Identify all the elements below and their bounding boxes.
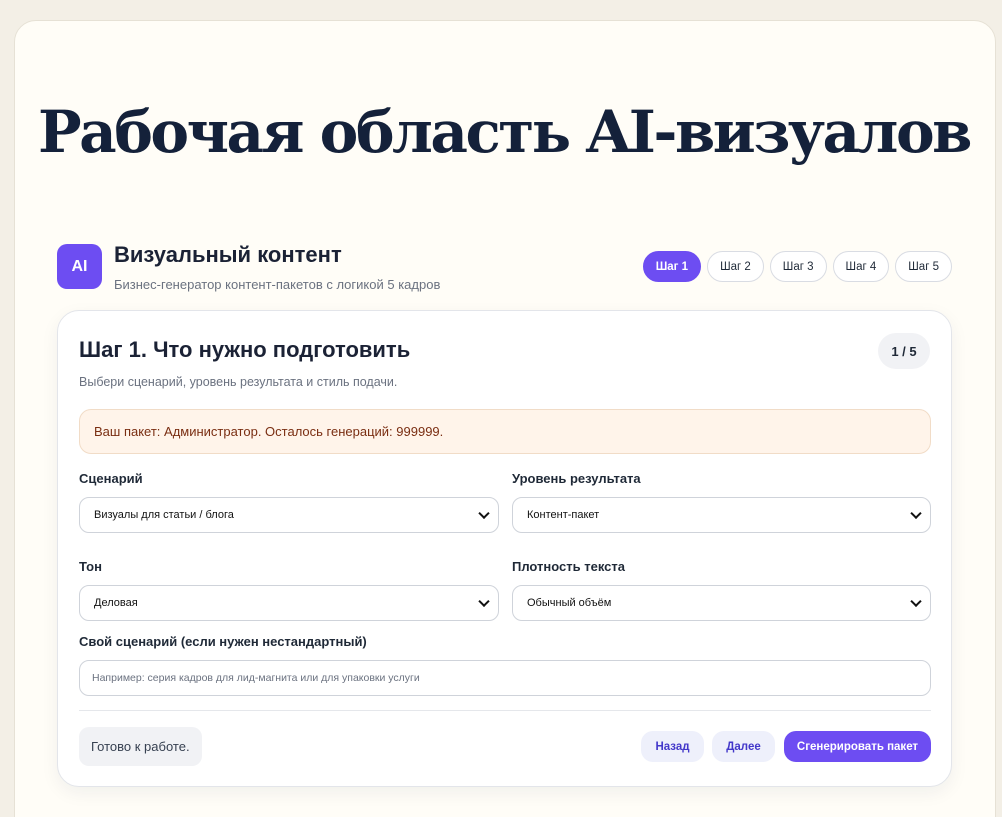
next-button[interactable]: Далее <box>712 731 775 762</box>
generate-package-button[interactable]: Сгенерировать пакет <box>784 731 931 762</box>
chevron-down-icon <box>910 595 922 608</box>
level-select-value: Контент-пакет <box>527 509 600 521</box>
divider <box>79 710 931 711</box>
status-message: Готово к работе. <box>79 727 202 766</box>
density-select-value: Обычный объём <box>527 597 612 609</box>
tone-label: Тон <box>79 559 102 574</box>
back-button[interactable]: Назад <box>641 731 704 762</box>
density-select[interactable]: Обычный объём <box>512 585 931 621</box>
step-form-card: Шаг 1. Что нужно подготовить 1 / 5 Выбер… <box>57 310 952 787</box>
custom-scenario-label: Свой сценарий (если нужен нестандартный) <box>79 634 367 649</box>
step-counter-badge: 1 / 5 <box>878 333 930 369</box>
level-label: Уровень результата <box>512 471 641 486</box>
density-label: Плотность текста <box>512 559 625 574</box>
tab-step-2[interactable]: Шаг 2 <box>707 251 764 282</box>
scenario-label: Сценарий <box>79 471 143 486</box>
app-title: Визуальный контент <box>114 242 342 267</box>
page-title: Рабочая область AI-визуалов <box>38 98 972 166</box>
tab-step-5[interactable]: Шаг 5 <box>895 251 952 282</box>
tab-step-4[interactable]: Шаг 4 <box>832 251 890 282</box>
app-logo: AI <box>57 244 102 289</box>
chevron-down-icon <box>910 507 922 520</box>
level-select[interactable]: Контент-пакет <box>512 497 931 533</box>
app-header: AI Визуальный контент Бизнес-генератор к… <box>57 242 952 294</box>
step-tabs: Шаг 1 Шаг 2 Шаг 3 Шаг 4 Шаг 5 <box>642 251 952 282</box>
scenario-select-value: Визуалы для статьи / блога <box>94 509 234 521</box>
tone-select[interactable]: Деловая <box>79 585 499 621</box>
form-title: Шаг 1. Что нужно подготовить <box>79 337 411 362</box>
chevron-down-icon <box>478 595 490 608</box>
tone-select-value: Деловая <box>94 597 138 609</box>
custom-scenario-input[interactable] <box>79 660 931 696</box>
chevron-down-icon <box>478 507 490 520</box>
form-subtitle: Выбери сценарий, уровень результата и ст… <box>79 375 398 389</box>
plan-notice: Ваш пакет: Администратор. Осталось генер… <box>79 409 931 454</box>
app-subtitle: Бизнес-генератор контент-пакетов с логик… <box>114 277 441 292</box>
tab-step-1[interactable]: Шаг 1 <box>642 251 702 282</box>
scenario-select[interactable]: Визуалы для статьи / блога <box>79 497 499 533</box>
tab-step-3[interactable]: Шаг 3 <box>769 251 827 282</box>
